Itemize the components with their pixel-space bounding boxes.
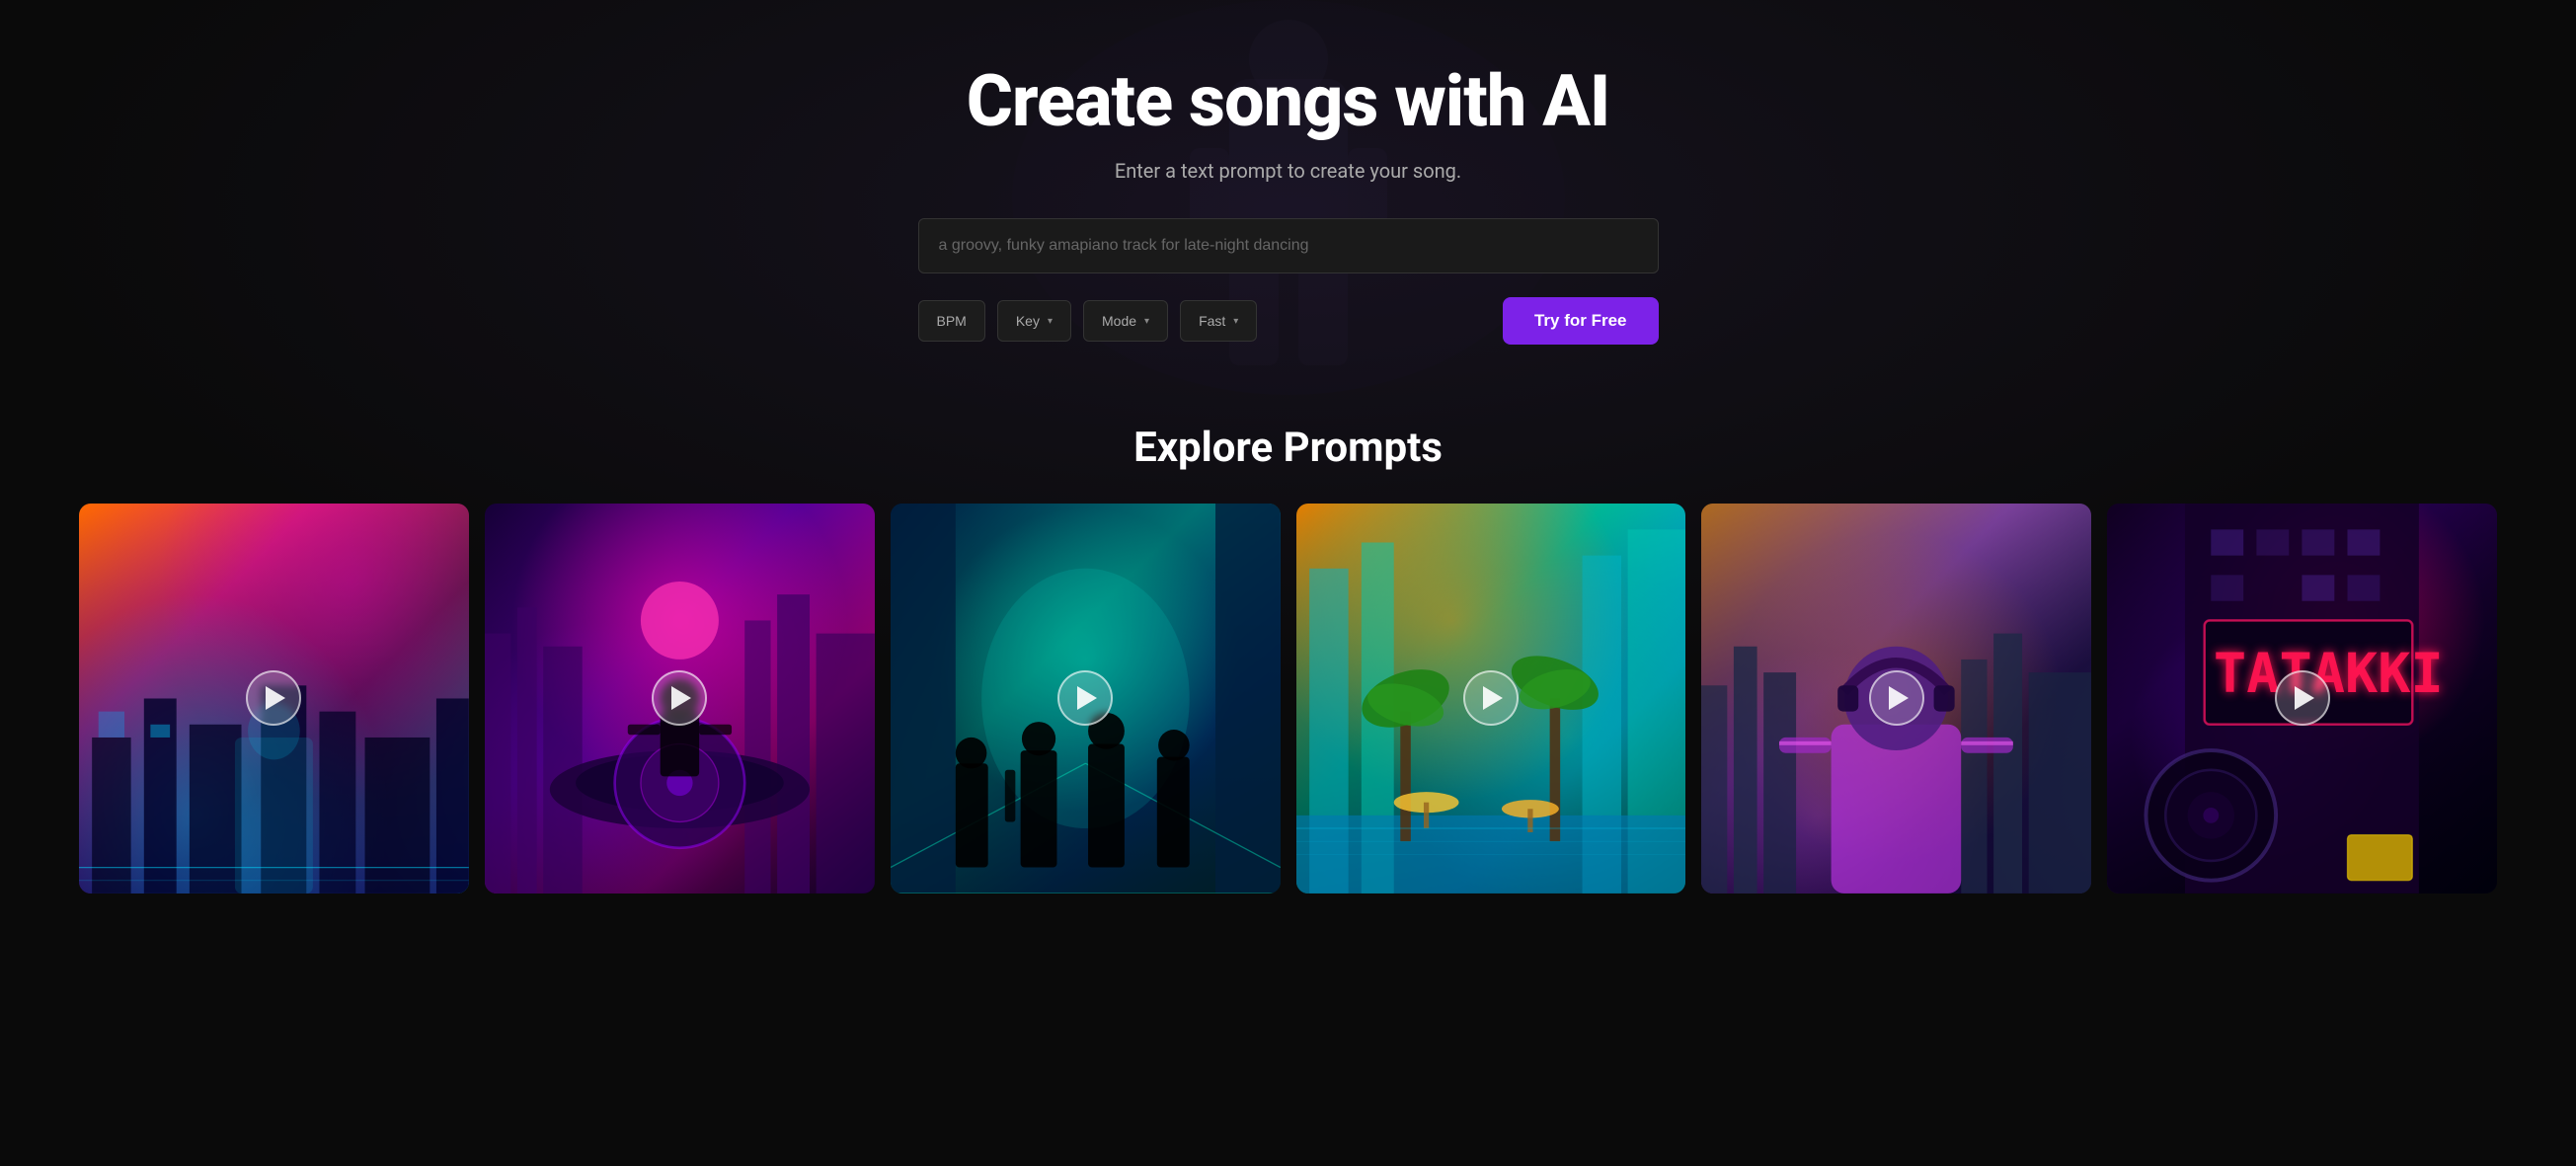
prompts-grid: TATAKKI xyxy=(79,504,2497,894)
search-container xyxy=(918,218,1659,273)
play-overlay-2 xyxy=(485,504,875,894)
fast-dropdown[interactable]: Fast ▾ xyxy=(1180,300,1257,342)
play-button-3[interactable] xyxy=(1057,670,1113,726)
mode-arrow: ▾ xyxy=(1144,316,1149,327)
play-overlay-4 xyxy=(1296,504,1686,894)
prompt-card-1[interactable] xyxy=(79,504,469,894)
bpm-label: BPM xyxy=(937,313,967,329)
hero-title: Create songs with AI xyxy=(967,59,1610,143)
explore-section: Explore Prompts xyxy=(0,384,2576,953)
prompt-card-2[interactable] xyxy=(485,504,875,894)
prompt-card-5[interactable] xyxy=(1701,504,2091,894)
play-overlay-1 xyxy=(79,504,469,894)
fast-label: Fast xyxy=(1199,313,1225,329)
mode-label: Mode xyxy=(1102,313,1136,329)
play-overlay-6 xyxy=(2107,504,2497,894)
play-overlay-3 xyxy=(891,504,1281,894)
bpm-input[interactable]: BPM xyxy=(918,300,985,342)
prompt-card-3[interactable] xyxy=(891,504,1281,894)
play-button-5[interactable] xyxy=(1869,670,1924,726)
hero-section: Create songs with AI Enter a text prompt… xyxy=(0,0,2576,384)
play-button-2[interactable] xyxy=(652,670,707,726)
key-dropdown[interactable]: Key ▾ xyxy=(997,300,1071,342)
key-label: Key xyxy=(1016,313,1040,329)
fast-arrow: ▾ xyxy=(1233,316,1238,327)
play-button-4[interactable] xyxy=(1463,670,1519,726)
search-input[interactable] xyxy=(918,218,1659,273)
controls-row: BPM Key ▾ Mode ▾ Fast ▾ Try for Free xyxy=(918,297,1659,345)
prompt-card-6[interactable]: TATAKKI xyxy=(2107,504,2497,894)
mode-dropdown[interactable]: Mode ▾ xyxy=(1083,300,1168,342)
play-button-1[interactable] xyxy=(246,670,301,726)
prompt-card-4[interactable] xyxy=(1296,504,1686,894)
try-free-button[interactable]: Try for Free xyxy=(1503,297,1659,345)
play-button-6[interactable] xyxy=(2275,670,2330,726)
play-overlay-5 xyxy=(1701,504,2091,894)
key-arrow: ▾ xyxy=(1048,316,1053,327)
hero-subtitle: Enter a text prompt to create your song. xyxy=(1115,159,1461,183)
page-wrapper: Create songs with AI Enter a text prompt… xyxy=(0,0,2576,1166)
explore-title: Explore Prompts xyxy=(79,424,2497,472)
